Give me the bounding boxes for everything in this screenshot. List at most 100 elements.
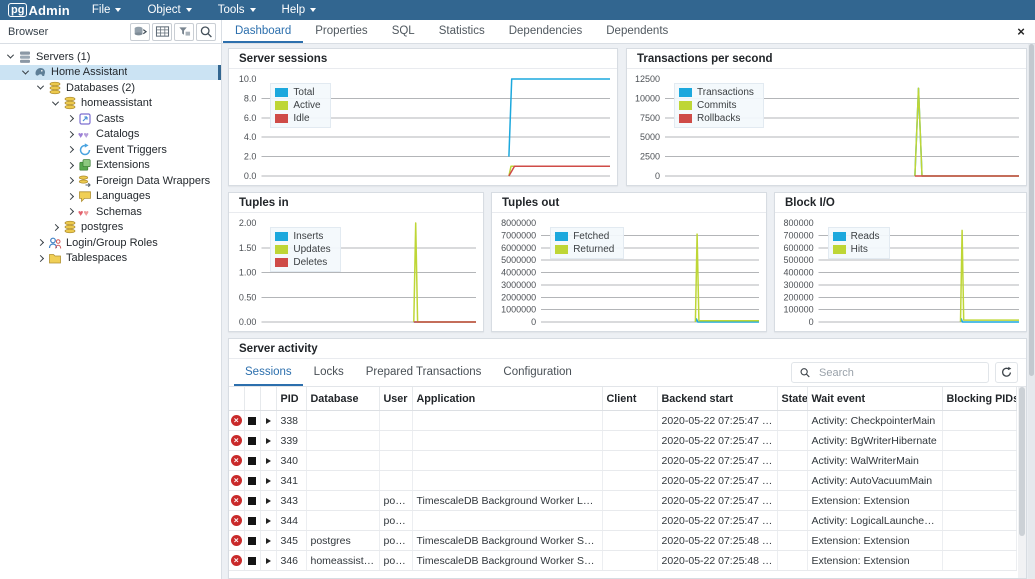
tree-item-label: Catalogs — [96, 128, 139, 140]
activity-tab-sessions[interactable]: Sessions — [234, 359, 303, 386]
refresh-tree-button[interactable] — [130, 23, 150, 41]
expand-row-icon[interactable] — [266, 478, 271, 484]
tree-item-homeassistant[interactable]: homeassistant — [0, 96, 221, 112]
close-panel-button[interactable]: × — [1007, 20, 1035, 43]
tab-dependents[interactable]: Dependents — [594, 20, 680, 43]
tree-item-login-group-roles[interactable]: Login/Group Roles — [0, 235, 221, 251]
column-header-user[interactable]: User — [379, 387, 412, 411]
column-header-pid[interactable]: PID — [276, 387, 306, 411]
svg-text:5000: 5000 — [640, 132, 660, 142]
legend-swatch — [275, 245, 288, 254]
cancel-query-icon[interactable]: × — [231, 535, 242, 546]
tree-expander[interactable] — [64, 178, 76, 183]
tree-item-catalogs[interactable]: ♥♥Catalogs — [0, 127, 221, 143]
cell-backend-start: 2020-05-22 07:25:48 UTC — [657, 531, 777, 551]
activity-tab-configuration[interactable]: Configuration — [492, 359, 582, 386]
expand-cell — [260, 451, 276, 471]
legend-label: Reads — [851, 231, 880, 242]
cancel-query-icon[interactable]: × — [231, 415, 242, 426]
servers-1-icon — [18, 50, 32, 64]
terminate-session-icon[interactable] — [248, 457, 256, 465]
menu-file[interactable]: File — [92, 4, 122, 16]
terminate-session-icon[interactable] — [248, 517, 256, 525]
tree-expander[interactable] — [34, 85, 46, 90]
expand-row-icon[interactable] — [266, 558, 271, 564]
column-header-wait-event[interactable]: Wait event — [807, 387, 942, 411]
tree-expander[interactable] — [64, 163, 76, 168]
tree-item-postgres[interactable]: postgres — [0, 220, 221, 236]
tree-item-casts[interactable]: Casts — [0, 111, 221, 127]
expand-row-icon[interactable] — [266, 438, 271, 444]
expand-row-icon[interactable] — [266, 418, 271, 424]
cancel-query-icon[interactable]: × — [231, 555, 242, 566]
tree-expander[interactable] — [49, 101, 61, 106]
column-header-empty — [244, 387, 260, 411]
menu-help[interactable]: Help — [282, 4, 317, 16]
cancel-query-icon[interactable]: × — [231, 495, 242, 506]
tree-item-schemas[interactable]: ♥♥Schemas — [0, 204, 221, 220]
tab-statistics[interactable]: Statistics — [427, 20, 497, 43]
dependencies-grid-button[interactable] — [152, 23, 172, 41]
cancel-query-icon[interactable]: × — [231, 455, 242, 466]
activity-tab-locks[interactable]: Locks — [303, 359, 355, 386]
tree-item-databases-2[interactable]: Databases (2) — [0, 80, 221, 96]
terminate-session-icon[interactable] — [248, 437, 256, 445]
column-header-client[interactable]: Client — [602, 387, 657, 411]
svg-text:400000: 400000 — [784, 268, 814, 278]
terminate-session-icon[interactable] — [248, 557, 256, 565]
dashboard-scrollbar-thumb[interactable] — [1029, 44, 1034, 376]
column-header-blocking-pids[interactable]: Blocking PIDs — [942, 387, 1017, 411]
tree-item-event-triggers[interactable]: Event Triggers — [0, 142, 221, 158]
menu-tools[interactable]: Tools — [218, 4, 256, 16]
terminate-session-icon[interactable] — [248, 537, 256, 545]
tree-item-languages[interactable]: Languages — [0, 189, 221, 205]
expand-row-icon[interactable] — [266, 458, 271, 464]
server-activity-title: Server activity — [229, 339, 1026, 359]
chart-canvas: 8000000700000060000005000000400000030000… — [492, 213, 766, 331]
expand-row-icon[interactable] — [266, 538, 271, 544]
activity-tab-prepared-transactions[interactable]: Prepared Transactions — [355, 359, 493, 386]
terminate-session-icon[interactable] — [248, 477, 256, 485]
tree-expander[interactable] — [64, 116, 76, 121]
chart-title: Tuples out — [492, 193, 766, 213]
tree-expander[interactable] — [64, 132, 76, 137]
column-header-database[interactable]: Database — [306, 387, 379, 411]
expand-row-icon[interactable] — [266, 518, 271, 524]
tree-expander[interactable] — [64, 209, 76, 214]
column-header-backend-start[interactable]: Backend start — [657, 387, 777, 411]
tree-expander[interactable] — [64, 147, 76, 152]
tree-expander[interactable] — [34, 240, 46, 245]
search-button[interactable] — [196, 23, 216, 41]
table-scrollbar-thumb[interactable] — [1019, 387, 1025, 536]
tree-item-foreign-data-wrappers[interactable]: Foreign Data Wrappers — [0, 173, 221, 189]
filter-button[interactable] — [174, 23, 194, 41]
column-header-state[interactable]: State — [777, 387, 807, 411]
panel-block-io: Block I/O 800000700000600000500000400000… — [774, 192, 1027, 332]
terminate-session-icon[interactable] — [248, 497, 256, 505]
tree-item-extensions[interactable]: Extensions — [0, 158, 221, 174]
svg-text:10000: 10000 — [635, 93, 660, 103]
tree-item-home-assistant[interactable]: Home Assistant — [0, 65, 221, 81]
refresh-button[interactable] — [995, 362, 1018, 383]
tree-expander[interactable] — [49, 225, 61, 230]
cancel-query-icon[interactable]: × — [231, 435, 242, 446]
cancel-query-icon[interactable]: × — [231, 475, 242, 486]
body: Servers (1)Home AssistantDatabases (2)ho… — [0, 44, 1035, 579]
tree-expander[interactable] — [19, 70, 31, 75]
tab-sql[interactable]: SQL — [380, 20, 427, 43]
tree-expander[interactable] — [64, 194, 76, 199]
menu-object[interactable]: Object — [147, 4, 191, 16]
terminate-session-icon[interactable] — [248, 417, 256, 425]
tree-item-tablespaces[interactable]: Tablespaces — [0, 251, 221, 267]
tree-item-servers-1[interactable]: Servers (1) — [0, 49, 221, 65]
tab-properties[interactable]: Properties — [303, 20, 379, 43]
expand-row-icon[interactable] — [266, 498, 271, 504]
session-row: ×344postgres2020-05-22 07:25:47 UTCActiv… — [229, 511, 1017, 531]
tree-expander[interactable] — [34, 256, 46, 261]
tab-dashboard[interactable]: Dashboard — [223, 20, 303, 43]
tab-dependencies[interactable]: Dependencies — [497, 20, 595, 43]
cancel-query-icon[interactable]: × — [231, 515, 242, 526]
tree-expander[interactable] — [4, 54, 16, 59]
column-header-application[interactable]: Application — [412, 387, 602, 411]
search-input[interactable] — [819, 367, 981, 379]
